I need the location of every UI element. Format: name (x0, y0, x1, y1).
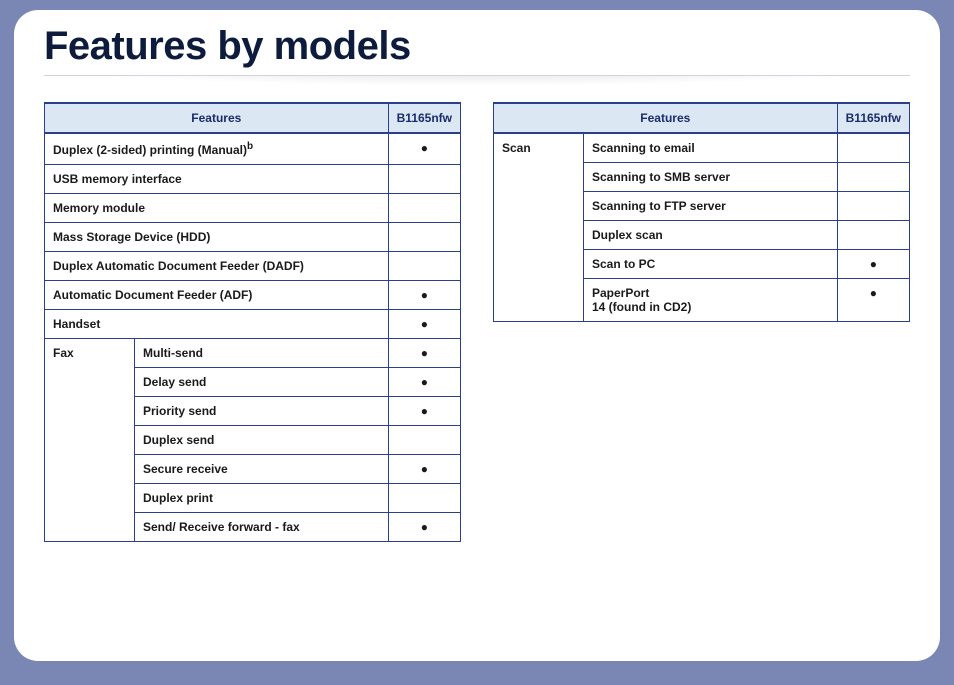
category-cell: Fax (45, 339, 135, 542)
value-cell: ● (388, 397, 460, 426)
subfeature-cell: PaperPort 14 (found in CD2) (584, 279, 838, 322)
table-row: Mass Storage Device (HDD) (45, 223, 461, 252)
subfeature-cell: Scanning to FTP server (584, 192, 838, 221)
features-header: Features (494, 103, 838, 133)
table-row: USB memory interface (45, 165, 461, 194)
feature-cell: Memory module (45, 194, 389, 223)
subfeature-label-line2: 14 (found in CD2) (592, 300, 691, 314)
value-cell: ● (388, 339, 460, 368)
subfeature-cell: Scanning to SMB server (584, 163, 838, 192)
value-cell (388, 223, 460, 252)
value-cell (837, 221, 909, 250)
subfeature-cell: Send/ Receive forward - fax (135, 513, 389, 542)
subfeature-cell: Multi-send (135, 339, 389, 368)
subfeature-cell: Scan to PC (584, 250, 838, 279)
feature-cell: Duplex (2-sided) printing (Manual)b (45, 133, 389, 165)
value-cell: ● (388, 281, 460, 310)
feature-label: Duplex (2-sided) printing (Manual) (53, 143, 247, 157)
value-cell: ● (388, 368, 460, 397)
table-row: Handset ● (45, 310, 461, 339)
footnote-b: b (247, 141, 253, 152)
value-cell (388, 426, 460, 455)
value-cell: ● (837, 279, 909, 322)
table-row: Duplex Automatic Document Feeder (DADF) (45, 252, 461, 281)
subfeature-cell: Duplex scan (584, 221, 838, 250)
model-header: B1165nfw (837, 103, 909, 133)
value-cell (388, 252, 460, 281)
subfeature-label: PaperPort (592, 286, 649, 300)
model-header: B1165nfw (388, 103, 460, 133)
right-column: Features B1165nfw Scan Scanning to email… (493, 102, 910, 542)
category-cell: Scan (494, 133, 584, 322)
subfeature-cell: Scanning to email (584, 133, 838, 163)
subfeature-cell: Duplex send (135, 426, 389, 455)
value-cell (388, 484, 460, 513)
features-table-left: Features B1165nfw Duplex (2-sided) print… (44, 102, 461, 542)
subfeature-cell: Duplex print (135, 484, 389, 513)
value-cell (837, 133, 909, 163)
document-page: Features by models Features B1165nfw Dup… (14, 10, 940, 661)
value-cell (837, 163, 909, 192)
table-row: Scan Scanning to email (494, 133, 910, 163)
feature-cell: Automatic Document Feeder (ADF) (45, 281, 389, 310)
table-row: Duplex (2-sided) printing (Manual)b ● (45, 133, 461, 165)
subfeature-cell: Priority send (135, 397, 389, 426)
value-cell: ● (388, 513, 460, 542)
feature-cell: Mass Storage Device (HDD) (45, 223, 389, 252)
feature-cell: Handset (45, 310, 389, 339)
value-cell (837, 192, 909, 221)
value-cell: ● (388, 310, 460, 339)
features-table-right: Features B1165nfw Scan Scanning to email… (493, 102, 910, 322)
value-cell (388, 194, 460, 223)
table-row: Automatic Document Feeder (ADF) ● (45, 281, 461, 310)
features-header: Features (45, 103, 389, 133)
title-shadow (44, 76, 910, 86)
left-column: Features B1165nfw Duplex (2-sided) print… (44, 102, 461, 542)
feature-cell: Duplex Automatic Document Feeder (DADF) (45, 252, 389, 281)
subfeature-cell: Secure receive (135, 455, 389, 484)
subfeature-cell: Delay send (135, 368, 389, 397)
content-columns: Features B1165nfw Duplex (2-sided) print… (44, 102, 910, 542)
value-cell: ● (837, 250, 909, 279)
page-title: Features by models (44, 24, 910, 76)
feature-cell: USB memory interface (45, 165, 389, 194)
table-header-row: Features B1165nfw (494, 103, 910, 133)
table-row: Memory module (45, 194, 461, 223)
table-header-row: Features B1165nfw (45, 103, 461, 133)
table-row: Fax Multi-send ● (45, 339, 461, 368)
value-cell (388, 165, 460, 194)
value-cell: ● (388, 455, 460, 484)
value-cell: ● (388, 133, 460, 165)
